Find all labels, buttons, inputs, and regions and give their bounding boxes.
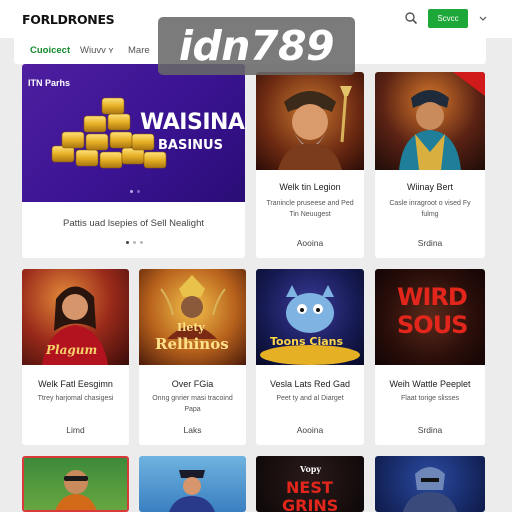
game-description: Peet ty and al Diarget — [276, 395, 344, 402]
game-title: Welk Fatl Eesgimn — [38, 379, 113, 389]
hero-logo-text: ITN Parhs — [28, 78, 71, 88]
game-card[interactable]: Vopy NEST GRINS — [256, 456, 364, 512]
chevron-down-icon[interactable] — [478, 12, 488, 24]
game-art: Ilety Relhinos — [139, 269, 246, 365]
game-provider: Srdina — [417, 238, 443, 248]
game-art-label: GRINS — [282, 496, 339, 512]
hero-banner-art: ITN Parhs WAISINA BASINUS — [22, 64, 245, 202]
carousel-dots[interactable] — [126, 241, 146, 247]
game-art — [24, 458, 127, 510]
game-card[interactable]: Wiinay Bert Casle inragroot o vised Fy f… — [375, 72, 485, 258]
hero-subline: BASINUS — [158, 138, 223, 153]
game-art: Vopy NEST GRINS — [256, 456, 364, 512]
hero-promo-card[interactable]: ITN Parhs WAISINA BASINUS Pattis uad lse… — [22, 64, 245, 258]
game-card[interactable]: Ilety Relhinos Over FGia Onng gnrier mas… — [139, 269, 246, 445]
game-art — [256, 72, 364, 170]
game-art-label: SOUS — [397, 311, 468, 339]
banner-indicator — [130, 190, 144, 193]
game-card[interactable] — [22, 456, 129, 512]
game-art — [375, 72, 485, 170]
game-title: Weih Wattle Peeplet — [389, 379, 471, 389]
game-title: Vesla Lats Red Gad — [269, 379, 351, 389]
game-card[interactable] — [375, 456, 485, 512]
game-description: Ttrey harjomal chasigesi — [37, 395, 114, 402]
game-description: Flaat torige slisses — [401, 395, 459, 402]
game-card[interactable]: WIRD SOUS Weih Wattle Peeplet Flaat tori… — [375, 269, 485, 445]
game-description: Onng gnrier masi tracoind Papa — [152, 395, 233, 413]
game-art-label: Relhinos — [155, 335, 229, 353]
watermark-overlay: idn789 — [158, 17, 355, 75]
game-card[interactable] — [139, 456, 246, 512]
search-icon[interactable] — [404, 10, 418, 26]
game-provider: Limd — [66, 425, 85, 435]
nav-item[interactable]: Mare — [128, 45, 150, 56]
signup-button[interactable]: Scvcc — [428, 9, 468, 28]
game-art-label: NEST — [286, 478, 333, 497]
hero-caption: Pattis uad lsepies of Sell Nealight — [63, 218, 204, 229]
game-card[interactable]: Welk tin Legion Tranincle pruseese and P… — [256, 72, 364, 258]
game-art: Toons Cians — [256, 269, 364, 365]
nav-item-active[interactable]: Cuoicect — [30, 45, 70, 56]
game-art-label: Plagum — [46, 343, 98, 357]
game-description: Casle inragroot o vised Fy fulmg — [389, 200, 471, 218]
game-art-label: Ilety — [177, 321, 205, 334]
game-provider: Aooina — [296, 238, 324, 248]
game-description: Tranincle pruseese and Ped Tin Neuugest — [266, 200, 354, 218]
game-provider: Aooina — [296, 425, 324, 435]
game-title: Welk tin Legion — [279, 182, 341, 192]
game-card[interactable]: Toons Cians Vesla Lats Red Gad Peet ty a… — [256, 269, 364, 445]
game-provider: Laks — [183, 425, 202, 435]
game-art: WIRD SOUS — [375, 269, 485, 365]
game-art — [139, 456, 246, 512]
game-title: Over FGia — [171, 379, 214, 389]
brand-logo[interactable]: FORLDRONES — [22, 12, 115, 27]
game-title: Wiinay Bert — [406, 182, 453, 192]
game-art-label: Toons Cians — [270, 335, 344, 348]
carousel-dot[interactable] — [133, 241, 136, 244]
carousel-dot[interactable] — [140, 241, 143, 244]
carousel-dot-active[interactable] — [126, 241, 129, 244]
game-art — [375, 456, 485, 512]
game-art: Plagum — [22, 269, 129, 365]
hero-headline: WAISINA — [140, 110, 245, 135]
nav-item[interactable]: Wiuvv ʏ — [80, 45, 113, 56]
game-provider: Srdina — [417, 425, 443, 435]
game-art-label: WIRD — [397, 283, 468, 311]
game-card[interactable]: Plagum Welk Fatl Eesgimn Ttrey harjomal … — [22, 269, 129, 445]
game-art-label: Vopy — [300, 464, 322, 474]
